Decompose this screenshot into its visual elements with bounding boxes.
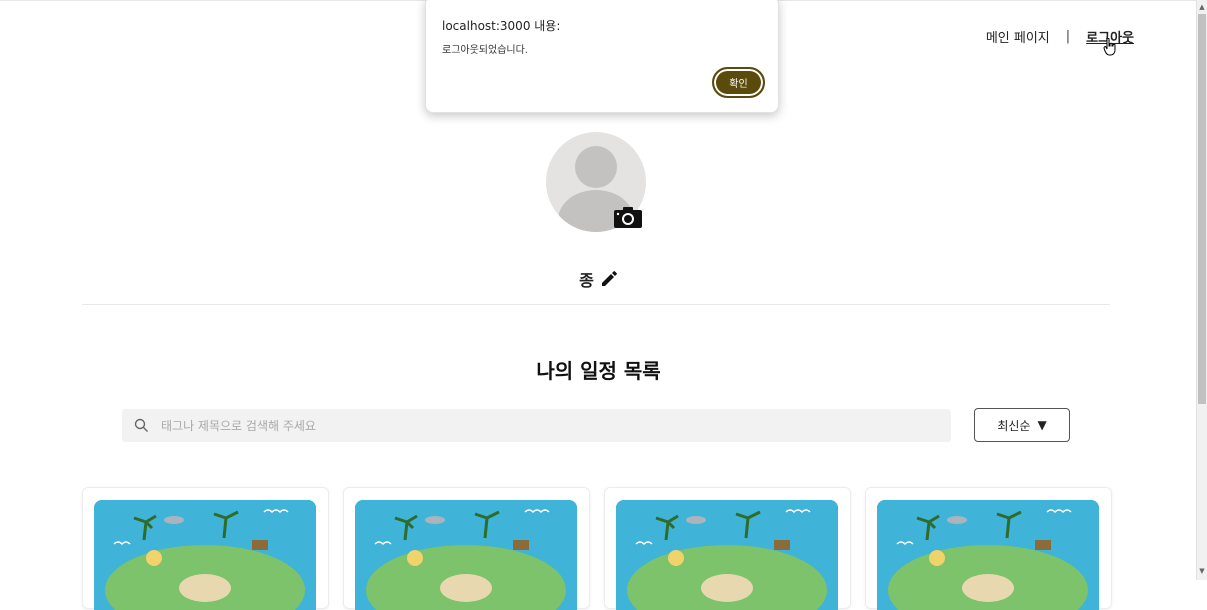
section-divider xyxy=(82,304,1110,305)
schedule-list-title: 나의 일정 목록 xyxy=(536,359,661,383)
hand-cursor-icon xyxy=(1103,38,1116,56)
card-thumbnail xyxy=(616,500,838,610)
alert-dialog: localhost:3000 내용: 로그아웃되었습니다. 확인 xyxy=(425,0,779,113)
main-page-link[interactable]: 메인 페이지 xyxy=(986,27,1050,46)
dropdown-arrow-icon: ▼ xyxy=(1037,418,1047,432)
schedule-card[interactable] xyxy=(865,487,1112,610)
schedule-card-grid xyxy=(82,487,1112,610)
scrollbar[interactable]: ▲ ▼ xyxy=(1196,0,1207,580)
dialog-message: 로그아웃되었습니다. xyxy=(442,45,528,56)
search-input[interactable] xyxy=(159,417,923,434)
card-thumbnail xyxy=(355,500,577,610)
card-thumbnail xyxy=(94,500,316,610)
schedule-card[interactable] xyxy=(343,487,590,610)
search-icon xyxy=(134,418,148,432)
dialog-origin: localhost:3000 내용: xyxy=(442,19,561,33)
card-thumbnail xyxy=(877,500,1099,610)
scroll-up-arrow[interactable]: ▲ xyxy=(1197,2,1207,12)
sort-dropdown[interactable]: 최신순 ▼ xyxy=(974,408,1070,442)
camera-icon[interactable] xyxy=(613,205,643,229)
schedule-card[interactable] xyxy=(82,487,329,610)
dialog-ok-button[interactable]: 확인 xyxy=(712,67,765,98)
schedule-card[interactable] xyxy=(604,487,851,610)
avatar-head xyxy=(575,146,617,188)
pencil-icon[interactable] xyxy=(600,270,618,288)
sort-label: 최신순 xyxy=(997,418,1031,433)
nav-separator: | xyxy=(1065,29,1071,44)
nickname-row: 종 xyxy=(0,267,1197,291)
scroll-thumb[interactable] xyxy=(1198,14,1206,404)
nickname: 종 xyxy=(579,271,594,290)
scroll-down-arrow[interactable]: ▼ xyxy=(1197,566,1207,576)
search-bar[interactable] xyxy=(122,409,951,442)
